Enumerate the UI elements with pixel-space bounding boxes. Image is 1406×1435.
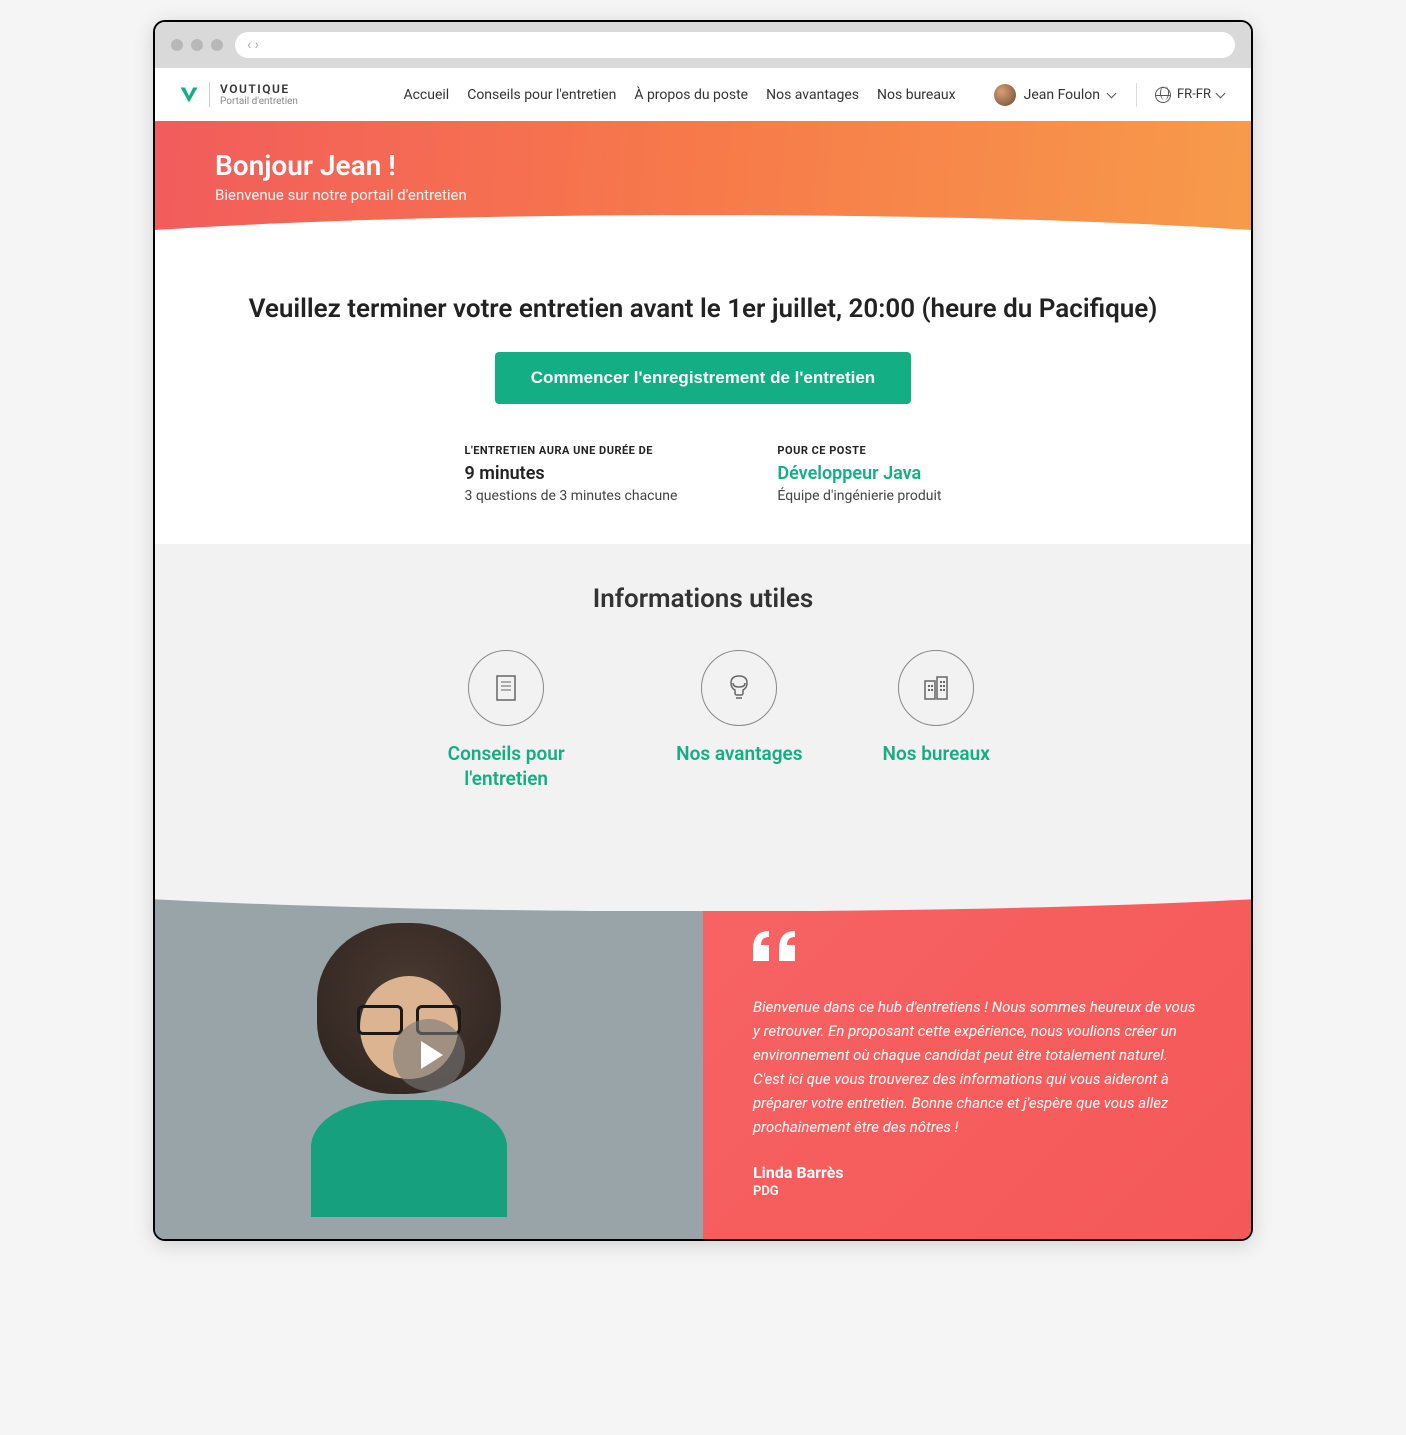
hero-greeting: Bonjour Jean ! (215, 149, 1191, 182)
tile-benefits[interactable]: Nos avantages (676, 650, 802, 791)
info-title: Informations utiles (215, 584, 1191, 614)
chevron-down-icon (1217, 90, 1227, 100)
logo-mark-icon (179, 85, 199, 105)
person-icon (722, 671, 756, 705)
traffic-lights (171, 39, 223, 51)
browser-chrome: ‹ › (155, 22, 1251, 68)
brand-title: VOUTIQUE (220, 82, 298, 96)
browser-window: ‹ › VOUTIQUE Portail d'entretien Accueil… (153, 20, 1253, 1241)
quote-author-name: Linda Barrès (753, 1163, 1201, 1182)
minimize-window-button[interactable] (191, 39, 203, 51)
info-section: Informations utiles Conseils pour l'entr… (155, 544, 1251, 871)
buildings-icon (919, 671, 953, 705)
nav-right: Jean Foulon FR-FR (994, 83, 1227, 107)
testimonial-section: Bienvenue dans ce hub d'entretiens ! Nou… (155, 871, 1251, 1239)
globe-icon (1155, 87, 1171, 103)
user-menu[interactable]: Jean Foulon (994, 84, 1118, 106)
avatar (994, 84, 1016, 106)
interview-details: L'ENTRETIEN AURA UNE DURÉE DE 9 minutes … (215, 444, 1191, 504)
start-recording-button[interactable]: Commencer l'enregistrement de l'entretie… (495, 352, 911, 404)
brand-subtitle: Portail d'entretien (220, 96, 298, 107)
position-sub: Équipe d'ingénierie produit (777, 488, 941, 504)
info-tiles: Conseils pour l'entretien Nos avantages (215, 650, 1191, 791)
tile-label: Nos bureaux (883, 742, 990, 767)
nav-links: Accueil Conseils pour l'entretien À prop… (403, 87, 955, 103)
document-icon (491, 673, 521, 703)
tile-label: Nos avantages (676, 742, 802, 767)
url-bar[interactable]: ‹ › (235, 32, 1235, 58)
tile-interview-tips[interactable]: Conseils pour l'entretien (416, 650, 596, 791)
testimonial-curve (155, 871, 1251, 911)
language-label: FR-FR (1177, 87, 1211, 102)
position-value: Développeur Java (777, 463, 941, 484)
duration-label: L'ENTRETIEN AURA UNE DURÉE DE (465, 444, 678, 457)
divider (1136, 83, 1137, 107)
duration-sub: 3 questions de 3 minutes chacune (465, 488, 678, 504)
nav-arrows-icon: ‹ › (247, 37, 259, 53)
testimonial-video[interactable] (155, 871, 703, 1239)
nav-link-tips[interactable]: Conseils pour l'entretien (467, 87, 616, 103)
tile-label: Conseils pour l'entretien (416, 742, 596, 791)
maximize-window-button[interactable] (211, 39, 223, 51)
quote-author-role: PDG (753, 1184, 1201, 1199)
deadline-text: Veuillez terminer votre entretien avant … (215, 294, 1191, 324)
nav-link-about-position[interactable]: À propos du poste (634, 87, 748, 103)
testimonial-quote: Bienvenue dans ce hub d'entretiens ! Nou… (703, 871, 1251, 1239)
nav-link-offices[interactable]: Nos bureaux (877, 87, 956, 103)
user-name: Jean Foulon (1024, 87, 1100, 103)
nav-link-home[interactable]: Accueil (403, 87, 449, 103)
play-button[interactable] (393, 1019, 465, 1091)
quote-text: Bienvenue dans ce hub d'entretiens ! Nou… (753, 995, 1201, 1139)
tile-offices[interactable]: Nos bureaux (883, 650, 990, 791)
hero-banner: Bonjour Jean ! Bienvenue sur notre porta… (155, 121, 1251, 264)
hero-curve (155, 215, 1251, 265)
brand-logo[interactable]: VOUTIQUE Portail d'entretien (179, 82, 298, 107)
quote-mark-icon (753, 931, 1201, 967)
position-detail: POUR CE POSTE Développeur Java Équipe d'… (777, 444, 941, 504)
duration-value: 9 minutes (465, 463, 678, 484)
close-window-button[interactable] (171, 39, 183, 51)
language-selector[interactable]: FR-FR (1155, 87, 1227, 103)
position-label: POUR CE POSTE (777, 444, 941, 457)
nav-link-benefits[interactable]: Nos avantages (766, 87, 859, 103)
duration-detail: L'ENTRETIEN AURA UNE DURÉE DE 9 minutes … (465, 444, 678, 504)
play-icon (421, 1041, 443, 1069)
chevron-down-icon (1108, 90, 1118, 100)
hero-subtitle: Bienvenue sur notre portail d'entretien (215, 186, 1191, 204)
app-header: VOUTIQUE Portail d'entretien Accueil Con… (155, 68, 1251, 121)
cta-section: Veuillez terminer votre entretien avant … (155, 264, 1251, 544)
